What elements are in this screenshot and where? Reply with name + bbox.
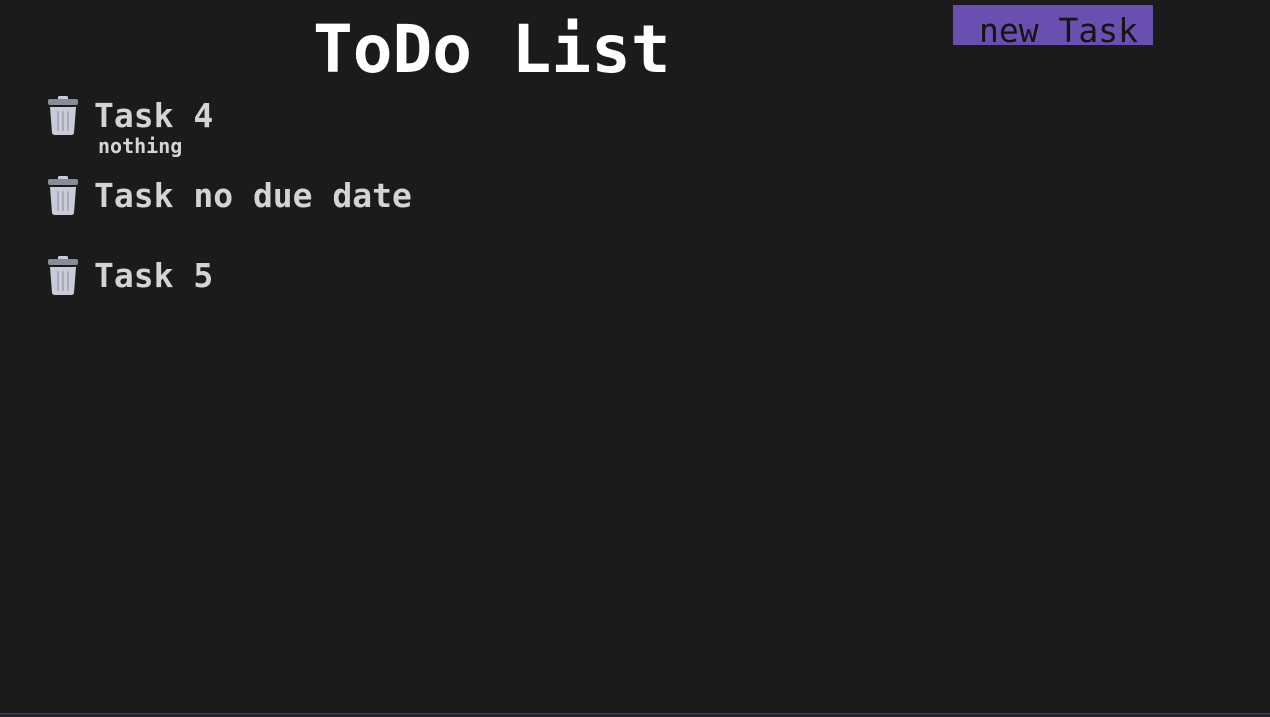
trash-icon — [48, 96, 78, 135]
task-title: Task 4 — [94, 96, 214, 135]
trash-icon — [48, 256, 78, 295]
todo-app: ToDo List new Task Task 4 nothing Task n… — [0, 0, 1270, 717]
trash-icon — [48, 176, 78, 215]
window-bottom-edge — [0, 713, 1270, 717]
page-title: ToDo List — [313, 11, 671, 88]
task-title: Task 5 — [94, 256, 214, 295]
new-task-button[interactable]: new Task — [953, 5, 1153, 45]
new-task-label: new Task — [979, 11, 1138, 45]
delete-task-button[interactable] — [46, 176, 80, 216]
task-description: nothing — [98, 134, 183, 158]
delete-task-button[interactable] — [46, 96, 80, 136]
delete-task-button[interactable] — [46, 256, 80, 296]
task-title: Task no due date — [94, 176, 412, 215]
